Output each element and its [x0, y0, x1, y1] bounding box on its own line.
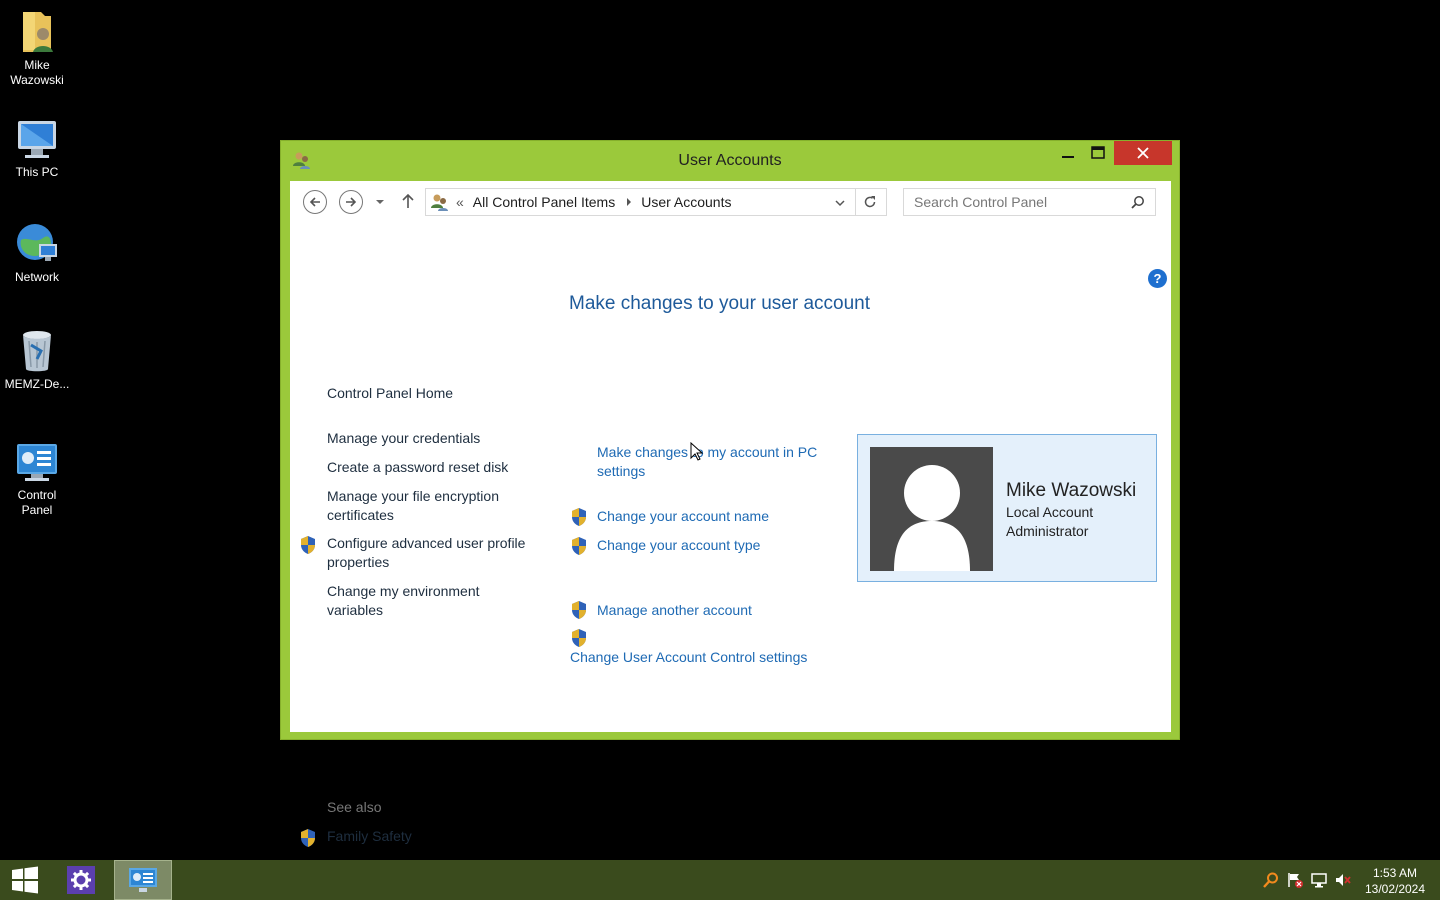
windows-logo-icon [12, 866, 38, 894]
uac-shield-icon [299, 828, 317, 848]
recent-locations-dropdown[interactable] [374, 195, 386, 213]
clock-time: 1:53 AM [1372, 866, 1418, 880]
control-panel-icon [129, 868, 157, 892]
minimize-button[interactable] [1053, 141, 1083, 165]
minimize-icon [1062, 156, 1074, 158]
pc-settings-link[interactable]: Make changes to my account in PC setting… [597, 443, 842, 481]
user-accounts-window: User Accounts « All Control Panel Items … [280, 140, 1180, 847]
desktop-icon-control-panel[interactable]: Control Panel [4, 438, 70, 518]
network-icon [13, 220, 61, 268]
gear-icon [67, 866, 95, 894]
help-button[interactable]: ? [1148, 269, 1167, 288]
user-folder-icon [13, 8, 61, 56]
account-card: Mike Wazowski Local Account Administrato… [857, 434, 1157, 582]
uac-shield-icon [299, 535, 317, 555]
refresh-button[interactable] [863, 195, 877, 212]
maximize-button[interactable] [1083, 141, 1113, 165]
manage-another-account-link[interactable]: Manage another account [597, 601, 752, 620]
back-button[interactable] [303, 190, 327, 214]
search-placeholder: Search Control Panel [914, 194, 1048, 210]
account-name: Mike Wazowski [1006, 480, 1137, 501]
close-button[interactable] [1114, 141, 1172, 165]
window-title: User Accounts [678, 152, 782, 169]
desktop-icon-network[interactable]: Network [4, 220, 70, 285]
up-button[interactable] [401, 193, 415, 214]
account-role: Administrator [1006, 523, 1089, 539]
action-center-flag-icon[interactable] [1287, 872, 1303, 888]
desktop-icon-recycle-bin[interactable]: MEMZ-De... [4, 327, 70, 392]
breadcrumb-user-accounts[interactable]: User Accounts [641, 194, 731, 210]
control-panel-home-link[interactable]: Control Panel Home [327, 384, 453, 403]
create-password-reset-disk-link[interactable]: Create a password reset disk [327, 458, 508, 477]
taskbar-settings-app[interactable] [57, 860, 105, 900]
computer-icon [13, 115, 61, 163]
system-clock[interactable]: 1:53 AM 13/02/2024 [1362, 865, 1428, 897]
recycle-bin-icon [13, 327, 61, 375]
address-history-dropdown[interactable] [834, 196, 846, 212]
breadcrumb-all-control-panel-items[interactable]: All Control Panel Items [473, 194, 615, 210]
address-divider [855, 189, 856, 215]
close-icon [1137, 147, 1149, 159]
control-panel-icon [13, 438, 61, 486]
start-button[interactable] [0, 860, 50, 900]
page-heading: Make changes to your user account [569, 293, 871, 314]
control-panel-users-icon [430, 192, 450, 212]
see-also-heading: See also [327, 799, 382, 815]
clock-date: 13/02/2024 [1364, 882, 1426, 896]
mouse-cursor [690, 441, 704, 467]
desktop-icon-this-pc[interactable]: This PC [4, 115, 70, 180]
volume-muted-icon[interactable] [1335, 872, 1351, 888]
breadcrumb-overflow[interactable]: « [456, 194, 464, 210]
desktop-icon-label: Control Panel [17, 488, 57, 517]
change-account-name-link[interactable]: Change your account name [597, 507, 769, 526]
change-account-type-link[interactable]: Change your account type [597, 536, 760, 555]
uac-shield-icon [570, 600, 588, 620]
search-input[interactable]: Search Control Panel [903, 188, 1156, 216]
uac-shield-icon [570, 628, 588, 648]
window-client: « All Control Panel Items User Accounts … [290, 181, 1171, 847]
taskbar [0, 860, 1440, 900]
chevron-down-icon [835, 200, 845, 207]
forward-arrow-icon [346, 197, 357, 207]
search-tray-icon[interactable] [1263, 872, 1279, 888]
back-arrow-icon [309, 197, 320, 207]
chevron-down-icon [376, 200, 384, 204]
desktop-icon-label: This PC [15, 165, 59, 179]
manage-file-encryption-certificates-link[interactable]: Manage your file encryption certificates [327, 487, 527, 525]
account-type: Local Account [1006, 504, 1094, 520]
maximize-icon [1091, 146, 1105, 159]
desktop-icon-label: MEMZ-De... [4, 377, 70, 391]
user-silhouette-icon [894, 465, 970, 571]
up-arrow-icon [402, 193, 414, 208]
change-uac-settings-link[interactable]: Change User Account Control settings [570, 648, 807, 667]
uac-shield-icon [570, 507, 588, 527]
avatar[interactable] [870, 447, 993, 571]
manage-credentials-link[interactable]: Manage your credentials [327, 429, 480, 448]
address-bar[interactable]: « All Control Panel Items User Accounts [425, 188, 887, 216]
configure-advanced-user-profile-link[interactable]: Configure advanced user profile properti… [327, 534, 527, 572]
uac-shield-icon [570, 536, 588, 556]
title-bar[interactable]: User Accounts [281, 141, 1179, 181]
desktop-icon-label: Network [14, 270, 59, 284]
breadcrumb-separator-icon[interactable] [625, 194, 633, 210]
family-safety-link[interactable]: Family Safety [327, 827, 412, 846]
desktop-icon-label: Mike Wazowski [10, 58, 64, 87]
search-icon[interactable] [1131, 195, 1145, 212]
taskbar-control-panel-app[interactable] [114, 860, 172, 900]
forward-button[interactable] [339, 190, 363, 214]
desktop-icon-user-folder[interactable]: Mike Wazowski [4, 8, 70, 88]
refresh-icon [864, 196, 876, 208]
change-environment-variables-link[interactable]: Change my environment variables [327, 582, 517, 620]
network-tray-icon[interactable] [1311, 872, 1327, 888]
